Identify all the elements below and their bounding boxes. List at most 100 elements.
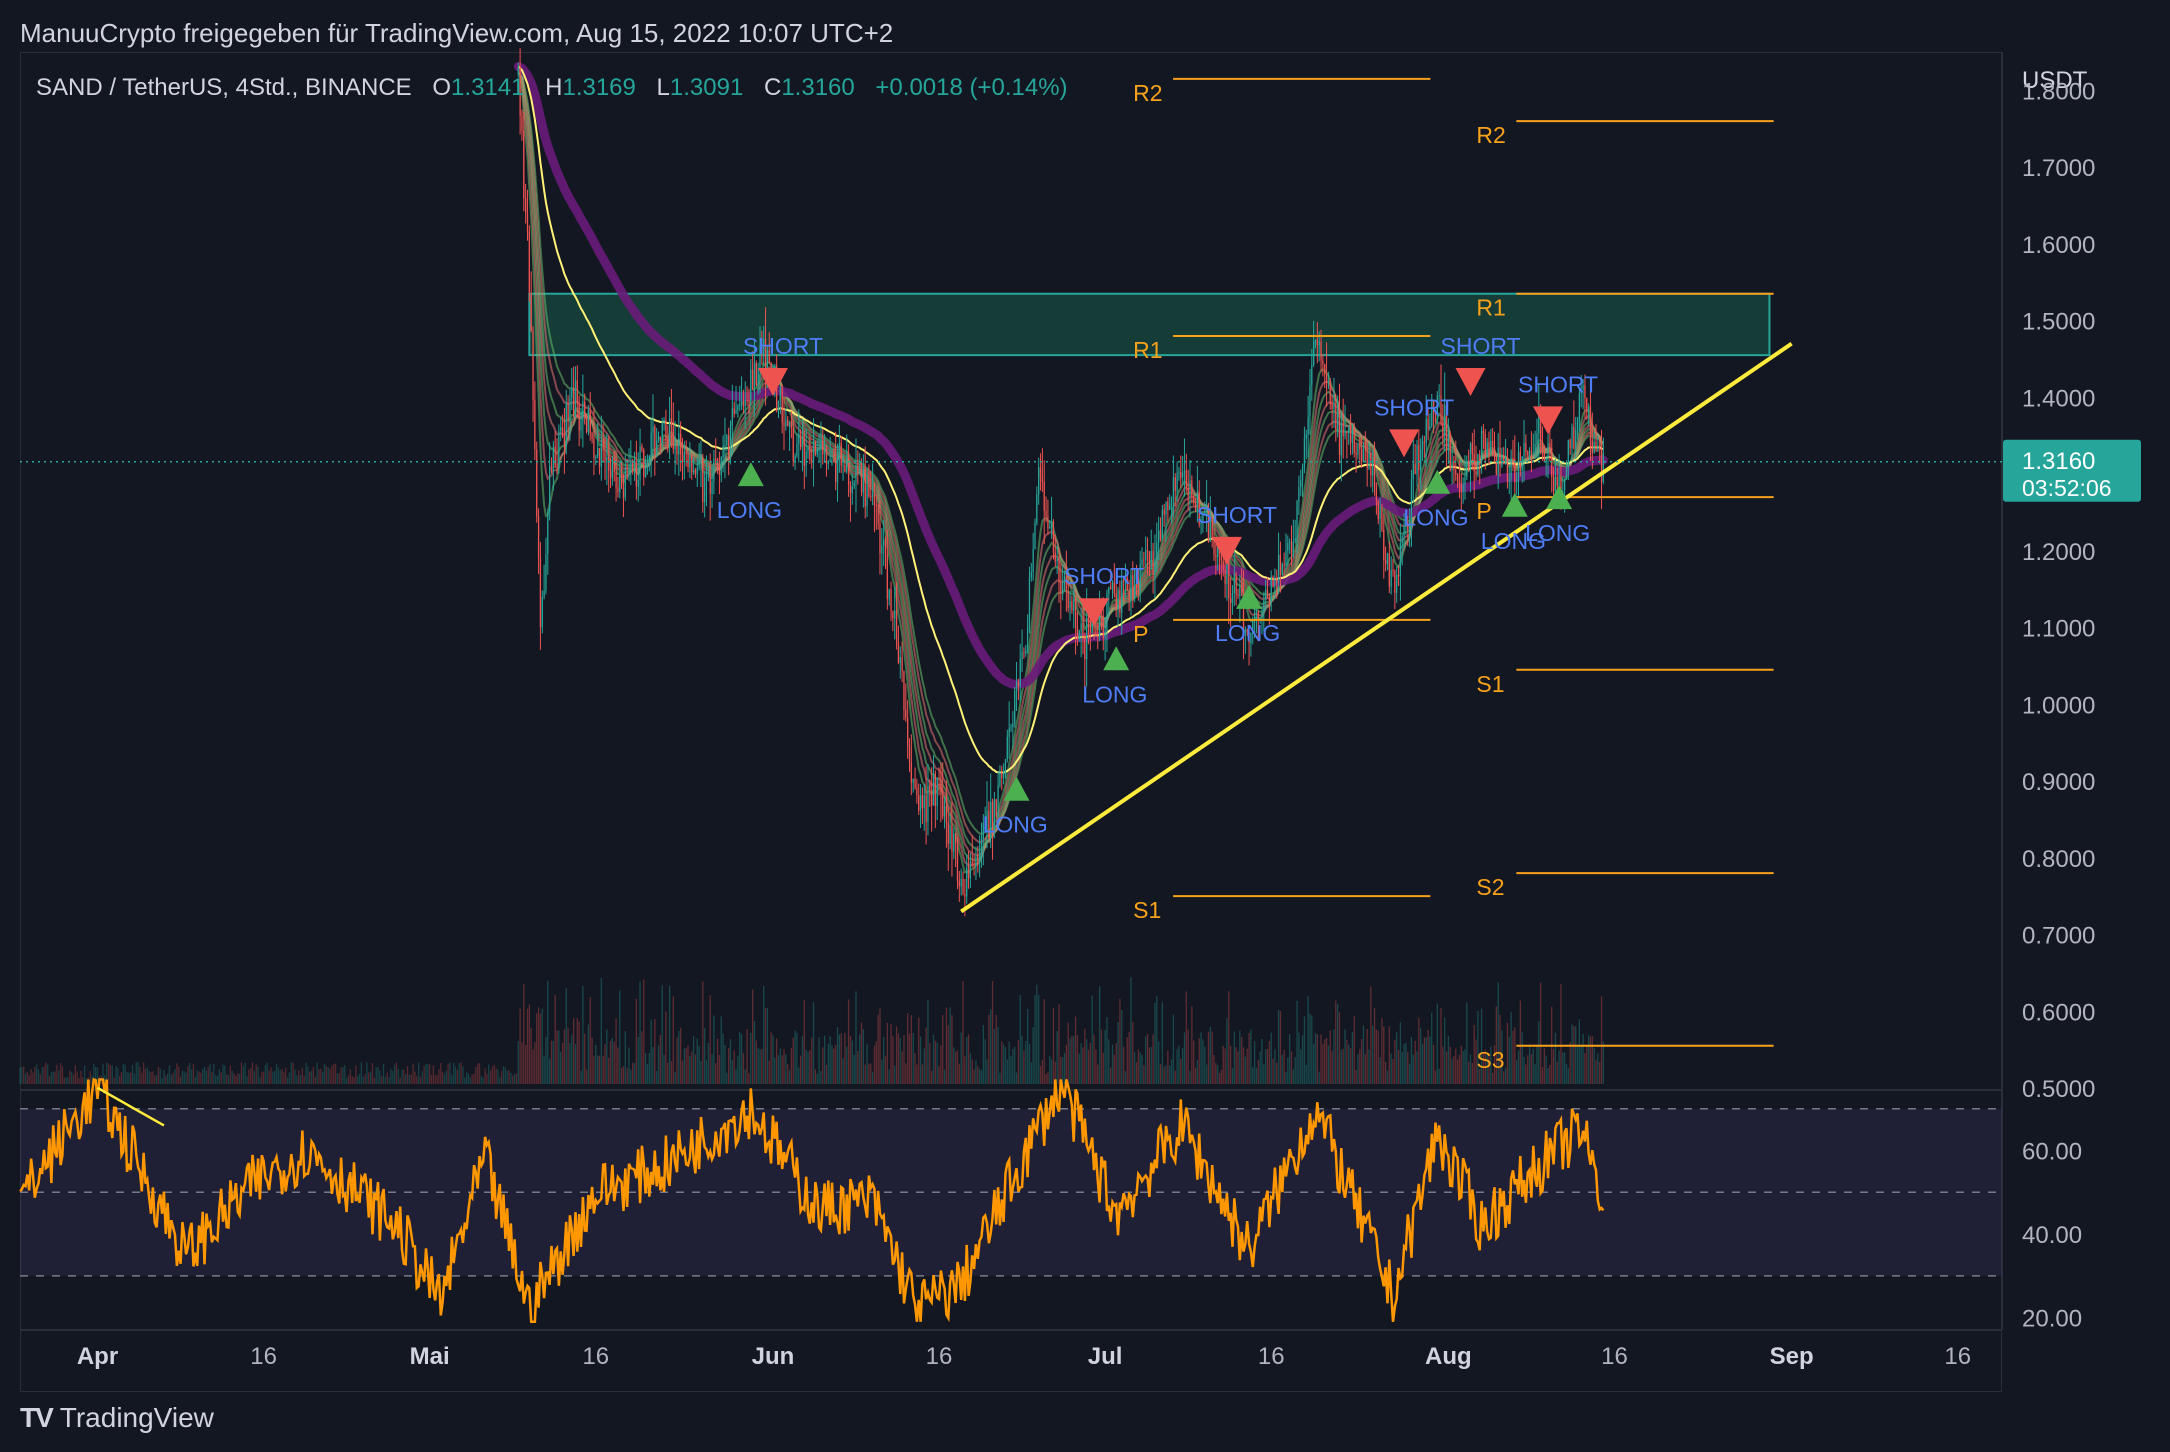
volume-bar	[1314, 1033, 1317, 1084]
candle-body	[1456, 474, 1459, 481]
volume-bar	[253, 1070, 256, 1084]
volume-bar	[680, 1027, 682, 1084]
price-tick-label: 0.8000	[2022, 846, 2095, 873]
candle-body	[796, 443, 798, 457]
volume-bar	[718, 1054, 721, 1084]
volume-bar	[859, 1034, 861, 1084]
volume-bar	[1181, 1047, 1184, 1084]
candle-body	[648, 456, 650, 463]
candle-body	[1074, 598, 1077, 628]
volume-bar	[1086, 1039, 1088, 1084]
tradingview-brand[interactable]: TradingView	[60, 1402, 214, 1434]
volume-bar	[209, 1063, 211, 1084]
volume-bar	[179, 1076, 182, 1084]
candle-body	[694, 470, 697, 475]
volume-bar	[1451, 1058, 1453, 1084]
price-axis[interactable]: USDT1.80001.70001.60001.50001.40001.2000…	[2022, 67, 2095, 1333]
candle-body	[1314, 339, 1317, 342]
volume-bar	[763, 985, 765, 1084]
volume-bar	[1516, 1060, 1518, 1084]
volume-bar	[1394, 1039, 1396, 1084]
volume-bar	[661, 985, 663, 1084]
candle-body	[602, 440, 604, 452]
volume-bar	[357, 1075, 359, 1084]
volume-bar	[183, 1071, 185, 1084]
close-label: C	[763, 74, 782, 101]
candle-body	[572, 387, 575, 413]
volume-bar	[425, 1064, 427, 1084]
candle-body	[663, 420, 665, 423]
volume-bar	[257, 1066, 259, 1084]
volume-bar	[275, 1063, 278, 1084]
candle-body	[1362, 444, 1365, 462]
candle-body	[615, 471, 617, 488]
volume-bar	[683, 1048, 686, 1084]
candle-body	[964, 894, 966, 897]
volume-bar	[947, 1025, 949, 1084]
volume-bar	[417, 1062, 420, 1084]
volume-bar	[28, 1075, 30, 1084]
volume-bar	[360, 1062, 363, 1084]
volume-bar	[988, 1014, 990, 1084]
candle-body	[1554, 476, 1557, 492]
pivot-label-r2: R2	[1476, 122, 1505, 148]
candle-body	[565, 403, 567, 447]
symbol-name[interactable]: SAND / TetherUS, 4Std., BINANCE	[36, 74, 412, 101]
volume-bar	[1290, 1051, 1293, 1084]
volume-bar	[196, 1070, 198, 1084]
volume-bar	[1403, 1044, 1405, 1084]
volume-bar	[1036, 984, 1038, 1084]
time-axis[interactable]: Apr 16 Mai 16 Jun 16 Jul 16 Aug 16 Sep 16	[77, 1343, 1971, 1370]
candle-body	[1516, 479, 1518, 483]
volume-bar	[759, 1049, 761, 1084]
candle-body	[1067, 591, 1069, 609]
volume-bar	[1150, 1046, 1152, 1084]
candle-body	[1493, 446, 1496, 457]
volume-bar	[262, 1071, 265, 1084]
volume-bar	[1100, 1029, 1103, 1084]
candle-body	[742, 401, 745, 407]
low-label: L	[656, 74, 670, 101]
volume-bar	[203, 1066, 206, 1084]
volume-bar	[890, 1024, 892, 1084]
candle-body	[1397, 574, 1400, 577]
volume-bar	[1073, 1035, 1075, 1084]
volume-bar	[85, 1077, 88, 1084]
candle-body	[1318, 341, 1320, 346]
price-tick-label: 1.0000	[2022, 692, 2095, 719]
volume-bar	[705, 1060, 708, 1084]
volume-bar	[430, 1075, 433, 1084]
volume-bar	[1554, 1032, 1557, 1084]
volume-bar	[1253, 1041, 1256, 1084]
volume-bar	[1429, 1036, 1431, 1084]
volume-bar	[1552, 1049, 1555, 1084]
volume-bar	[1547, 1067, 1549, 1084]
volume-bar	[1377, 1030, 1379, 1084]
candle-body	[1501, 455, 1503, 467]
volume-bar	[777, 1055, 780, 1084]
candle-body	[801, 439, 804, 448]
volume-bar	[842, 1058, 844, 1084]
volume-bar	[1069, 1038, 1071, 1084]
price-tick-label: 0.7000	[2022, 923, 2095, 950]
volume-bar	[211, 1071, 213, 1084]
volume-bar	[401, 1069, 403, 1084]
volume-bar	[608, 1057, 610, 1084]
volume-bar	[226, 1074, 228, 1084]
price-chart[interactable]: R2R1PS1R2R1PS1S2S3 LONGSHORTLONGSHORTLON…	[0, 0, 2170, 1452]
candle-body	[1353, 430, 1355, 453]
tradingview-logo-icon[interactable]: TV	[20, 1402, 54, 1434]
volume-bar	[982, 1025, 984, 1084]
volume-bar	[1567, 1067, 1569, 1084]
volume-bar	[748, 1073, 750, 1084]
candle-body	[1161, 509, 1163, 540]
volume-bar	[1530, 1053, 1533, 1084]
candle-body	[1172, 477, 1175, 500]
candle-body	[1342, 422, 1344, 437]
volume-bar	[919, 1036, 922, 1084]
volume-bar	[1030, 1062, 1032, 1084]
candle-body	[1233, 574, 1235, 594]
volume-bar	[801, 1035, 804, 1084]
candle-body	[554, 446, 556, 468]
volume-bar	[591, 1037, 593, 1084]
